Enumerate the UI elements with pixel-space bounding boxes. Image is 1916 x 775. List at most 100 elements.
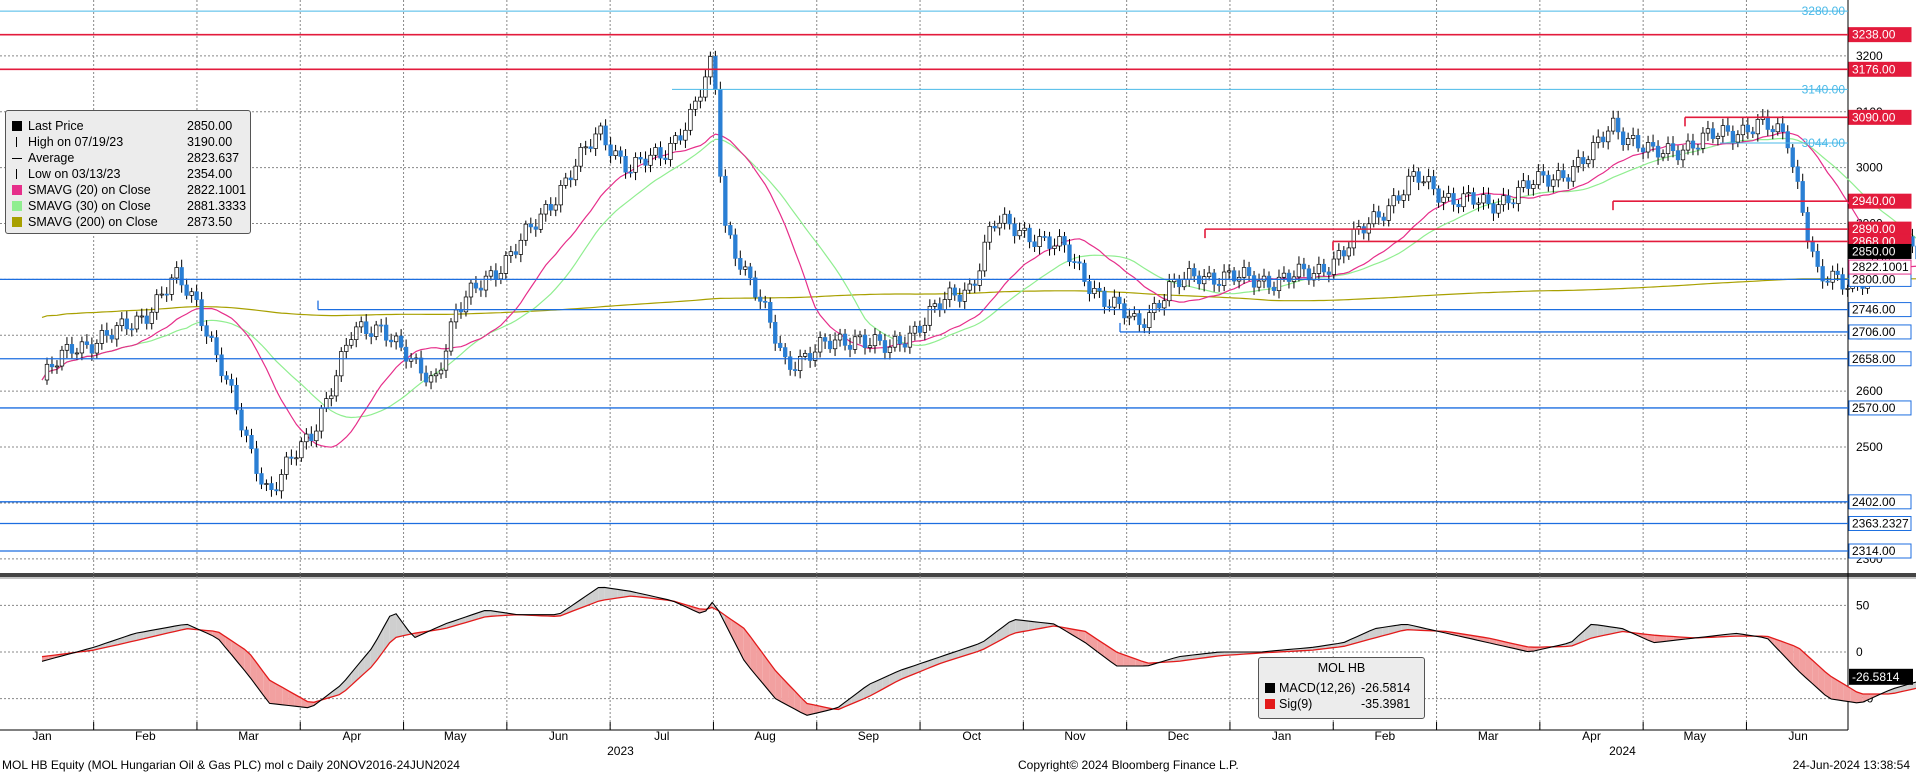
candle-body xyxy=(89,344,95,354)
macd-histogram-fill xyxy=(604,587,612,600)
candle-body xyxy=(518,239,523,255)
candle-body xyxy=(1695,147,1701,150)
last-price-label: 2850.00 xyxy=(1852,244,1896,258)
candle-body xyxy=(1795,166,1800,182)
candle-body xyxy=(329,395,334,399)
candle-body xyxy=(1226,270,1232,273)
candle-body xyxy=(583,146,588,149)
candle-body xyxy=(917,325,923,333)
candle-body xyxy=(1561,170,1566,179)
candle-body xyxy=(1137,313,1142,325)
candle-body xyxy=(1486,194,1491,204)
candle-body xyxy=(733,234,738,259)
candle-body xyxy=(1162,300,1167,309)
candle-body xyxy=(1326,271,1332,275)
candle-body xyxy=(269,483,274,490)
candle-body xyxy=(1037,236,1042,247)
candle-body xyxy=(1002,213,1007,224)
candle-body xyxy=(1017,230,1022,237)
candle-body xyxy=(1675,150,1681,161)
candle-body xyxy=(658,147,663,159)
candle-body xyxy=(907,332,913,348)
candle-body xyxy=(1371,211,1376,225)
candle-body xyxy=(1491,203,1496,214)
candle-body xyxy=(668,143,673,160)
candle-body xyxy=(1740,124,1746,136)
macd-y-tick-label: 0 xyxy=(1856,645,1863,659)
candle-body xyxy=(54,365,60,368)
candle-body xyxy=(219,354,224,377)
candle-body xyxy=(1296,263,1302,278)
candle-body xyxy=(1481,194,1486,204)
candle-body xyxy=(1830,270,1835,283)
candle-body xyxy=(977,270,982,286)
candle-body xyxy=(214,337,219,356)
candle-body xyxy=(1650,142,1656,147)
candle-body xyxy=(1700,132,1706,149)
candle-body xyxy=(1077,261,1082,264)
macd-legend-title: MOL HB xyxy=(1317,661,1366,675)
candle-body xyxy=(1057,236,1062,247)
candle-body xyxy=(144,315,149,324)
candle-body xyxy=(1256,280,1262,288)
macd-histogram-fill xyxy=(1021,620,1029,632)
candle-body xyxy=(1421,181,1426,184)
candle-body xyxy=(1750,131,1755,135)
candle-body xyxy=(184,284,189,296)
candle-body xyxy=(1571,166,1576,182)
candle-body xyxy=(1501,195,1506,206)
candle-body xyxy=(74,352,80,355)
candle-body xyxy=(1611,117,1616,132)
candle-body xyxy=(1735,134,1741,143)
candle-body xyxy=(379,324,384,327)
candle-body xyxy=(1316,263,1322,274)
candle-body xyxy=(299,441,304,459)
candle-body xyxy=(1441,196,1446,203)
candle-body xyxy=(1266,275,1272,288)
candle-body xyxy=(688,108,693,131)
candle-body xyxy=(653,147,658,156)
y-tick-label: 3000 xyxy=(1856,161,1883,175)
candle-body xyxy=(538,213,543,230)
candle-body xyxy=(339,351,344,377)
candle-body xyxy=(1790,147,1795,168)
candle-body xyxy=(1346,247,1351,257)
candle-body xyxy=(438,369,444,375)
candle-body xyxy=(603,125,608,146)
candle-body xyxy=(334,375,339,397)
candle-body xyxy=(563,177,568,186)
candle-body xyxy=(1725,125,1731,132)
candle-body xyxy=(1416,171,1421,183)
candle-body xyxy=(1376,211,1381,218)
candle-body xyxy=(189,291,194,296)
candle-body xyxy=(1511,202,1516,205)
candle-body xyxy=(957,294,962,302)
candle-body xyxy=(1341,250,1346,257)
candle-body xyxy=(1401,194,1406,201)
candle-body xyxy=(513,251,518,255)
candle-body xyxy=(508,251,514,256)
candle-body xyxy=(1596,136,1601,143)
candle-body xyxy=(1616,117,1621,133)
candle-body xyxy=(1157,302,1162,309)
candle-body xyxy=(1092,288,1097,294)
footer-timestamp: 24-Jun-2024 13:38:54 xyxy=(1792,758,1910,772)
candle-body xyxy=(847,344,853,350)
candle-body xyxy=(1556,170,1561,181)
candle-body xyxy=(753,277,758,298)
candle-body xyxy=(723,175,728,226)
candle-body xyxy=(478,287,484,291)
x-tick-label: Apr xyxy=(1582,729,1601,743)
candle-body xyxy=(1331,258,1336,275)
candle-body xyxy=(418,357,424,374)
candle-body xyxy=(1202,276,1207,285)
candle-body xyxy=(1576,157,1581,167)
candle-body xyxy=(857,334,863,338)
candle-body xyxy=(1755,119,1760,135)
candle-body xyxy=(1665,143,1671,154)
candle-body xyxy=(393,335,399,343)
candle-body xyxy=(1122,303,1127,319)
candle-body xyxy=(1192,268,1197,277)
candle-body xyxy=(1566,177,1571,182)
candle-body xyxy=(618,150,623,157)
